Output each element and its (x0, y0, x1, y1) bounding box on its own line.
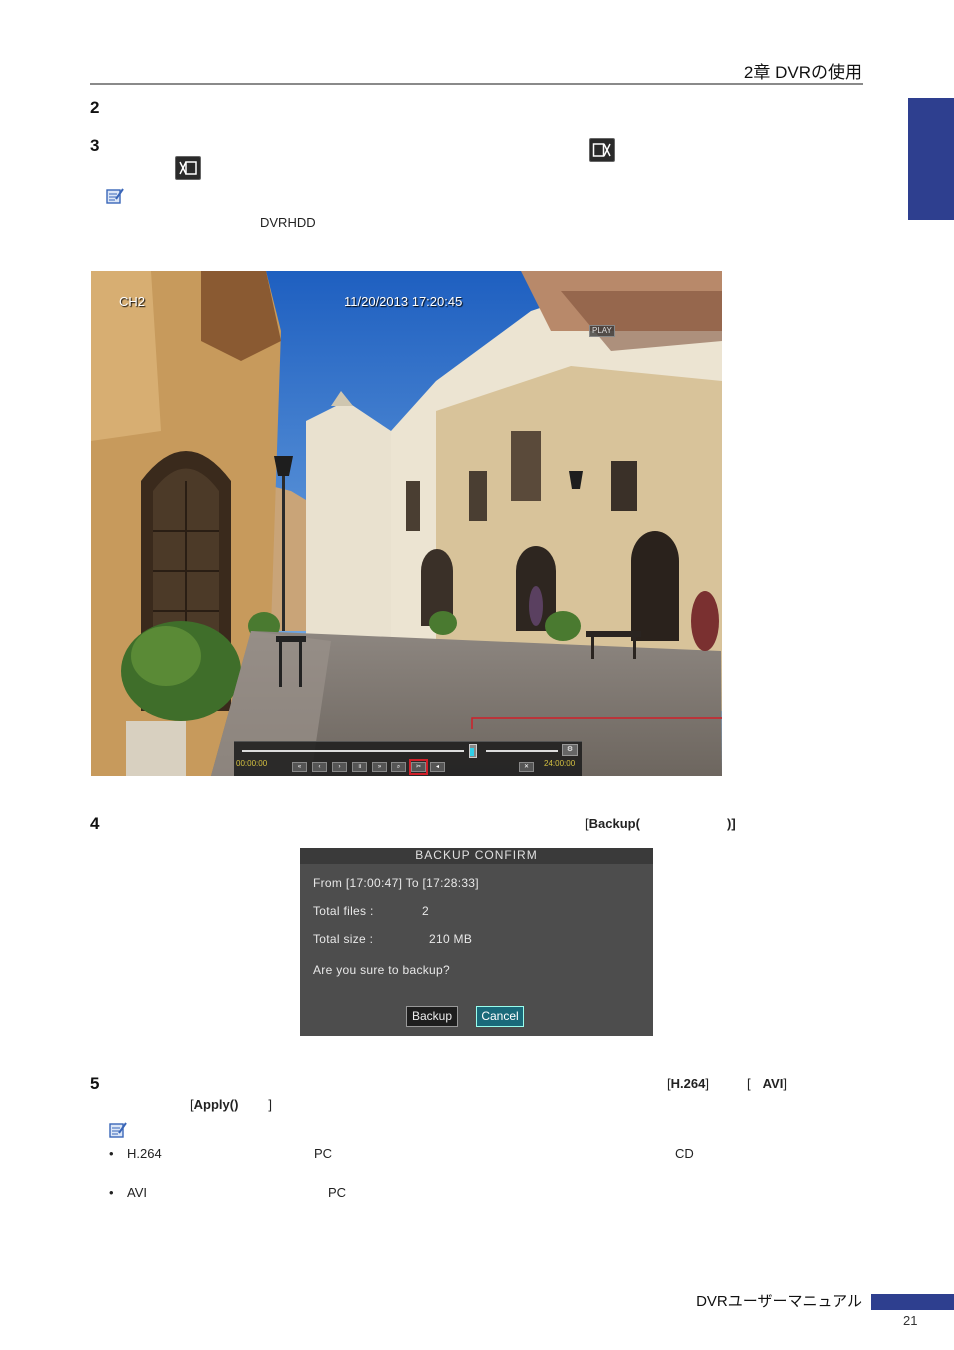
chapter-side-tab (908, 98, 954, 220)
apply-label: Apply() (193, 1097, 239, 1112)
timeline-track[interactable] (242, 750, 464, 752)
step-4-backup-label: Backup( (588, 816, 640, 831)
avi-bracket-open: [ (747, 1076, 751, 1091)
chapter-title: 2章 DVRの使用 (743, 63, 862, 82)
bullet-1-format: H.264 (127, 1146, 162, 1161)
start-time: 00:00:00 (236, 759, 268, 768)
note-icon (105, 187, 125, 205)
clip-button-highlight (409, 759, 428, 775)
play-button[interactable]: › (332, 762, 347, 772)
step-back-button[interactable]: ‹ (312, 762, 327, 772)
fast-forward-button[interactable]: » (372, 762, 387, 772)
total-files-label: Total files : (313, 904, 374, 918)
backup-question: Are you sure to backup? (313, 963, 450, 977)
step-5-number: 5 (90, 1074, 100, 1093)
total-size-value: 210 MB (429, 932, 473, 946)
backup-button[interactable]: Backup (406, 1006, 458, 1027)
pause-button[interactable]: ॥ (352, 762, 367, 772)
bullet-2-format: AVI (127, 1185, 147, 1200)
step-2-number: 2 (90, 98, 100, 117)
close-icon[interactable]: ✕ (519, 762, 534, 772)
bullet-dot-1: • (109, 1146, 114, 1161)
step-5-avi-ref: [ AVI] (747, 1076, 787, 1091)
bullet-2-pc: PC (328, 1185, 347, 1200)
footer-accent-bar (871, 1294, 954, 1310)
page-number: 21 (903, 1313, 918, 1328)
step-5-h264-ref: [H.264] (667, 1076, 709, 1091)
bullet-1-pc: PC (314, 1146, 333, 1161)
clip-scissors-icon (589, 138, 615, 162)
step-4-number: 4 (90, 814, 100, 833)
timestamp-label: 11/20/2013 17:20:45 (344, 294, 463, 309)
playback-screenshot: CH2 11/20/2013 17:20:45 PLAY ⚙ 00:00:00 … (91, 271, 722, 776)
timeline-track-right[interactable] (486, 750, 558, 752)
h264-bracket-close: ] (705, 1076, 709, 1091)
step-3-number: 3 (90, 136, 100, 155)
backup-range: From [17:00:47] To [17:28:33] (313, 876, 479, 890)
rewind-button[interactable]: « (292, 762, 307, 772)
backup-confirm-dialog: BACKUP CONFIRM From [17:00:47] To [17:28… (300, 848, 653, 1036)
cancel-button[interactable]: Cancel (476, 1006, 524, 1027)
street-scene-image (91, 271, 722, 776)
volume-icon[interactable]: ◂ (430, 762, 445, 772)
channel-label: CH2 (119, 294, 146, 309)
bullet-dot-2: • (109, 1185, 114, 1200)
avi-label: AVI (762, 1076, 784, 1091)
playback-control-bar: ⚙ 00:00:00 24:00:00 « ‹ › ॥ » ⌕ ✂ ◂ ✕ (234, 741, 582, 776)
avi-bracket-close: ] (783, 1076, 787, 1091)
note-hdd-text: DVRHDD (260, 215, 316, 230)
header-rule (90, 83, 863, 85)
play-status-badge: PLAY (589, 325, 615, 337)
clip-marker-fill (470, 748, 474, 756)
apply-bracket-close: ] (268, 1097, 273, 1112)
clip-end-icon (175, 156, 201, 180)
step-4-backup-ref: [Backup( (585, 816, 640, 831)
step-4-bracket-close: )] (727, 816, 736, 831)
footer-title: DVRユーザーマニュアル (696, 1293, 862, 1310)
total-size-label: Total size : (313, 932, 374, 946)
step-5-apply-ref: [Apply()] (190, 1097, 272, 1112)
end-time: 24:00:00 (544, 759, 576, 768)
total-files-value: 2 (422, 904, 429, 918)
zoom-icon[interactable]: ⌕ (391, 762, 406, 772)
settings-gear-icon[interactable]: ⚙ (562, 744, 578, 756)
dialog-title: BACKUP CONFIRM (300, 848, 653, 864)
note-icon-2 (108, 1121, 128, 1139)
bullet-1-cd: CD (675, 1146, 694, 1161)
h264-label: H.264 (670, 1076, 706, 1091)
